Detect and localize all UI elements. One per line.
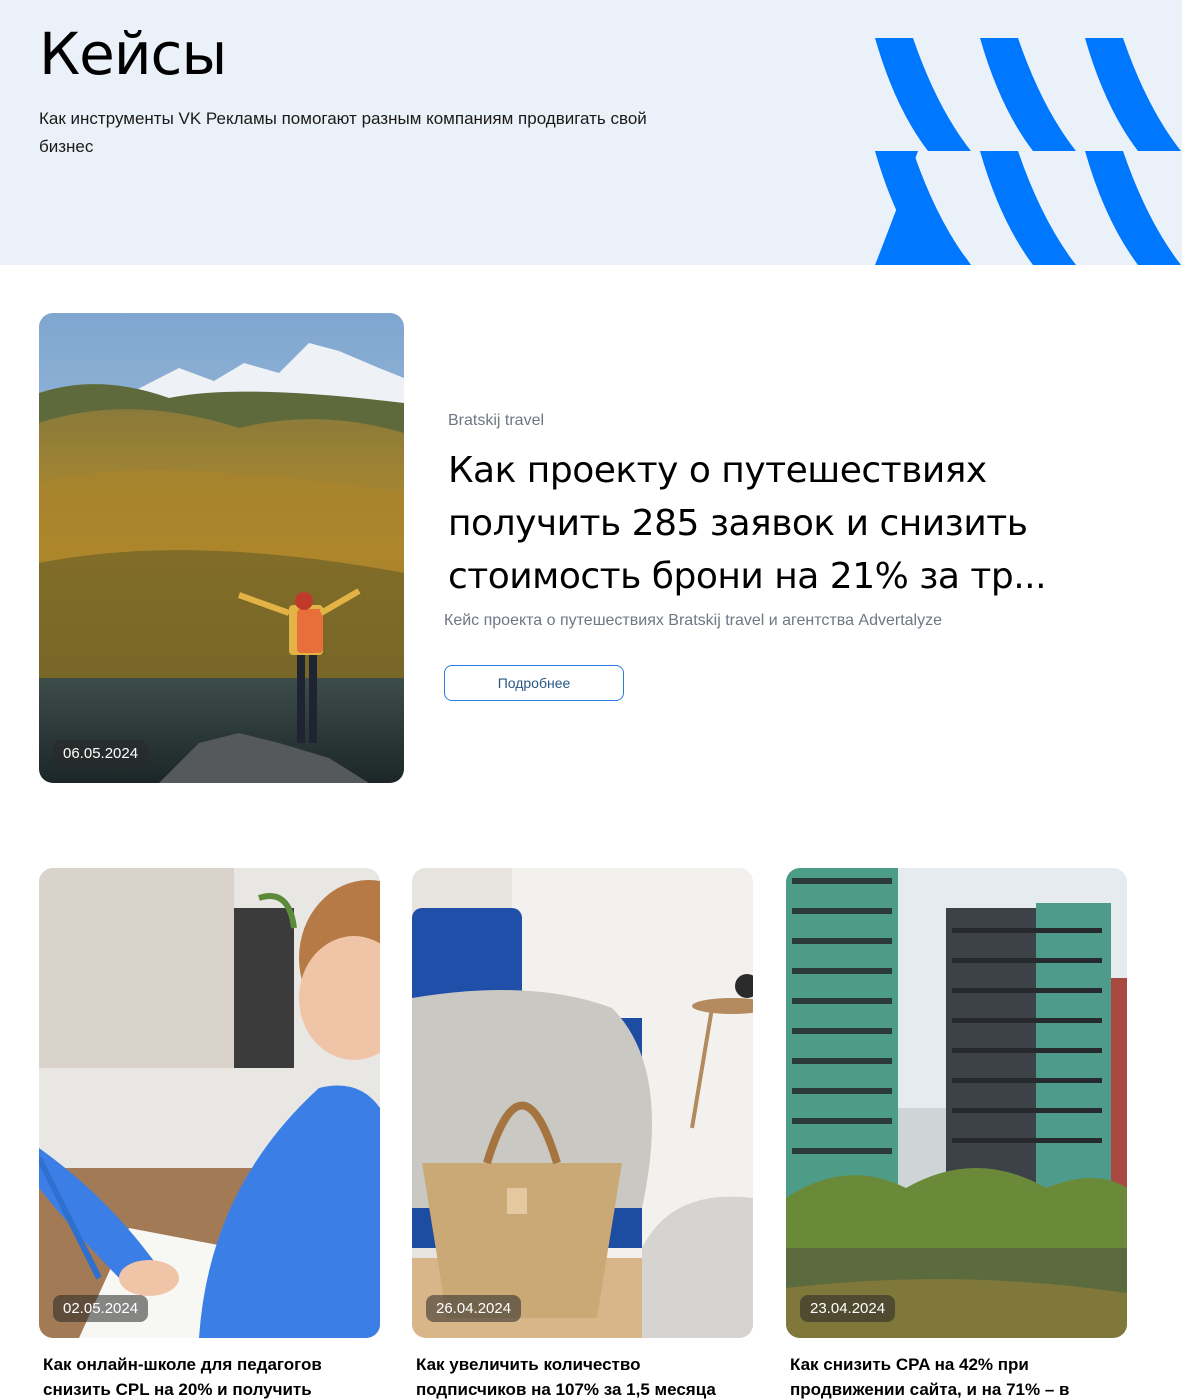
case-card[interactable]: 02.05.2024 Как онлайн-школе для педагого… xyxy=(39,868,380,1400)
page-subtitle: Как инструменты VK Рекламы помогают разн… xyxy=(39,109,647,156)
case-card-title[interactable]: Как увеличить количество подписчиков на … xyxy=(412,1352,752,1400)
case-card-image[interactable]: 23.04.2024 xyxy=(786,868,1127,1338)
case-card-image[interactable]: 02.05.2024 xyxy=(39,868,380,1338)
date-badge: 06.05.2024 xyxy=(53,740,149,767)
read-more-button[interactable]: Подробнее xyxy=(444,665,624,701)
date-badge: 26.04.2024 xyxy=(426,1295,522,1322)
mountain-traveler-photo-icon xyxy=(39,313,404,783)
case-card-title[interactable]: Как онлайн-школе для педагогов снизить C… xyxy=(39,1352,379,1400)
featured-case-category: Bratskij travel xyxy=(448,412,545,429)
case-card-title[interactable]: Как снизить CPA на 42% при продвижении с… xyxy=(786,1352,1126,1400)
featured-case-image[interactable]: 06.05.2024 xyxy=(39,313,404,783)
featured-case-title[interactable]: Как проекту о путешествиях получить 285 … xyxy=(448,444,1098,603)
featured-case-description: Кейс проекта о путешествиях Bratskij tra… xyxy=(444,612,942,629)
case-card[interactable]: 26.04.2024 Как увеличить количество подп… xyxy=(412,868,753,1400)
date-badge: 02.05.2024 xyxy=(53,1295,149,1322)
date-badge: 23.04.2024 xyxy=(800,1295,896,1322)
residential-buildings-photo-icon xyxy=(786,868,1127,1338)
girl-writing-photo-icon xyxy=(39,868,380,1338)
page-title: Кейсы xyxy=(39,20,227,88)
decorative-wave-pattern xyxy=(875,38,1181,265)
case-card[interactable]: 23.04.2024 Как снизить CPA на 42% при пр… xyxy=(786,868,1127,1400)
bedroom-basket-photo-icon xyxy=(412,868,753,1338)
hero-banner: Кейсы Как инструменты VK Рекламы помогаю… xyxy=(0,0,1182,265)
case-card-image[interactable]: 26.04.2024 xyxy=(412,868,753,1338)
